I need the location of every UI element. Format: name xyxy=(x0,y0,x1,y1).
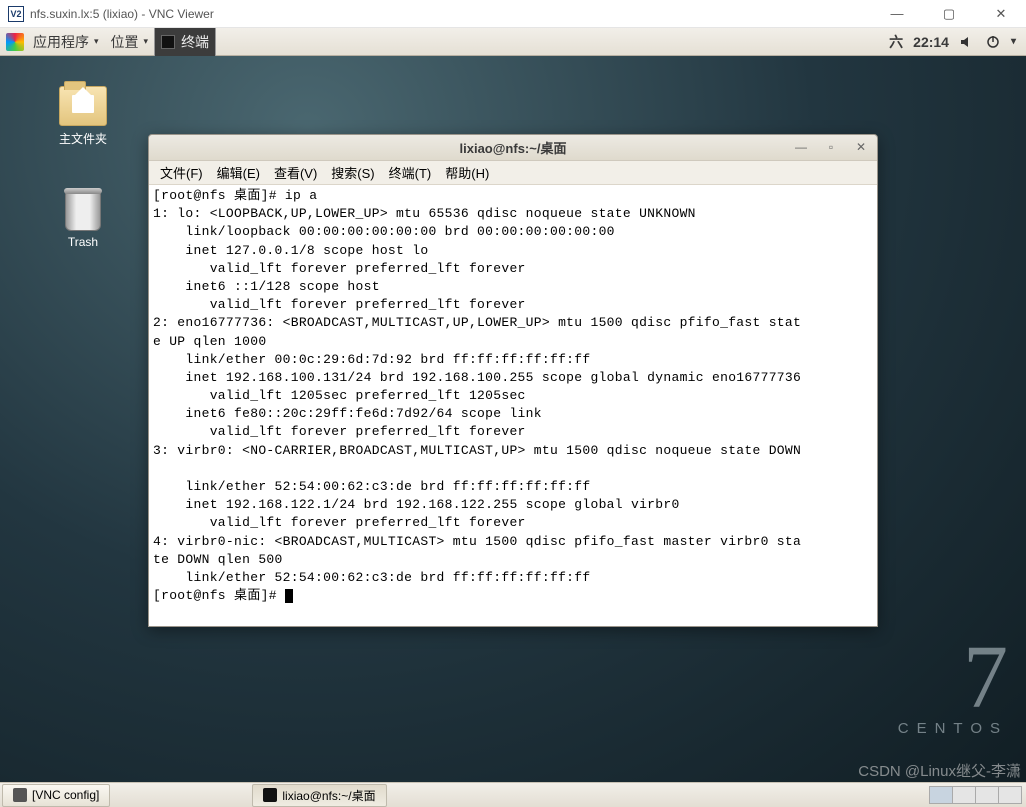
menu-search[interactable]: 搜索(S) xyxy=(324,163,381,182)
trash-can-icon xyxy=(65,191,101,231)
centos-name: CENTOS xyxy=(898,720,1008,737)
vnc-window-title: nfs.suxin.lx:5 (lixiao) - VNC Viewer xyxy=(30,7,880,21)
vnc-config-icon xyxy=(13,788,27,802)
taskbar-item-label: [VNC config] xyxy=(32,788,99,802)
workspace-3[interactable] xyxy=(975,786,999,804)
terminal-menubar: 文件(F) 编辑(E) 查看(V) 搜索(S) 终端(T) 帮助(H) xyxy=(149,161,877,185)
terminal-title: lixiao@nfs:~/桌面 xyxy=(460,138,567,157)
terminal-output: [root@nfs 桌面]# ip a 1: lo: <LOOPBACK,UP,… xyxy=(153,188,801,603)
centos-branding: 7 CENTOS xyxy=(898,642,1008,737)
applications-menu[interactable]: 应用程序 xyxy=(27,32,105,52)
vnc-maximize-button[interactable]: ▢ xyxy=(932,6,966,22)
terminal-titlebar[interactable]: lixiao@nfs:~/桌面 — ▫ ✕ xyxy=(149,135,877,161)
terminal-cursor xyxy=(285,589,293,603)
terminal-window: lixiao@nfs:~/桌面 — ▫ ✕ 文件(F) 编辑(E) 查看(V) … xyxy=(148,134,878,627)
user-menu-chevron-icon[interactable]: ▾ xyxy=(1011,36,1016,47)
vnc-minimize-button[interactable]: — xyxy=(880,6,914,21)
terminal-body[interactable]: [root@nfs 桌面]# ip a 1: lo: <LOOPBACK,UP,… xyxy=(149,185,877,626)
volume-icon[interactable] xyxy=(959,34,975,50)
folder-icon xyxy=(59,86,107,126)
vnc-titlebar: V2 nfs.suxin.lx:5 (lixiao) - VNC Viewer … xyxy=(0,0,1026,28)
taskbar-item-terminal[interactable]: lixiao@nfs:~/桌面 xyxy=(252,784,386,807)
workspace-2[interactable] xyxy=(952,786,976,804)
power-icon[interactable] xyxy=(985,34,1001,50)
vnc-window-controls: — ▢ ✕ xyxy=(880,6,1018,22)
menu-file[interactable]: 文件(F) xyxy=(153,163,210,182)
menu-terminal[interactable]: 终端(T) xyxy=(382,163,439,182)
activities-icon[interactable] xyxy=(6,33,24,51)
watermark-text: CSDN @Linux继父-李潇 xyxy=(858,760,1021,781)
terminal-close-button[interactable]: ✕ xyxy=(853,140,869,154)
workspace-1[interactable] xyxy=(929,786,953,804)
trash-label: Trash xyxy=(48,235,118,249)
gnome-top-panel: 应用程序 位置 终端 六 22:14 ▾ xyxy=(0,28,1026,56)
taskbar-item-vnc-config[interactable]: [VNC config] xyxy=(2,784,110,807)
running-app-terminal[interactable]: 终端 xyxy=(154,28,216,56)
centos-version: 7 xyxy=(898,642,1008,714)
clock-day[interactable]: 六 xyxy=(889,32,903,52)
vnc-logo-icon: V2 xyxy=(8,6,24,22)
terminal-icon xyxy=(263,788,277,802)
terminal-maximize-button[interactable]: ▫ xyxy=(823,140,839,154)
menu-edit[interactable]: 编辑(E) xyxy=(210,163,267,182)
workspace-switcher[interactable] xyxy=(930,786,1022,804)
trash-icon[interactable]: Trash xyxy=(48,191,118,249)
clock-time[interactable]: 22:14 xyxy=(913,34,949,50)
desktop-area[interactable]: 主文件夹 Trash 7 CENTOS lixiao@nfs:~/桌面 — ▫ … xyxy=(0,56,1026,782)
taskbar-item-label: lixiao@nfs:~/桌面 xyxy=(282,787,375,804)
home-folder-icon[interactable]: 主文件夹 xyxy=(48,86,118,147)
system-tray: 六 22:14 ▾ xyxy=(879,32,1026,52)
workspace-4[interactable] xyxy=(998,786,1022,804)
terminal-icon xyxy=(161,35,175,49)
menu-view[interactable]: 查看(V) xyxy=(267,163,324,182)
terminal-window-controls: — ▫ ✕ xyxy=(793,140,869,154)
home-folder-label: 主文件夹 xyxy=(48,130,118,147)
terminal-minimize-button[interactable]: — xyxy=(793,140,809,154)
vnc-close-button[interactable]: ✕ xyxy=(984,6,1018,22)
places-menu[interactable]: 位置 xyxy=(105,32,155,52)
gnome-bottom-taskbar: [VNC config] lixiao@nfs:~/桌面 xyxy=(0,782,1026,807)
running-app-label: 终端 xyxy=(181,32,209,52)
menu-help[interactable]: 帮助(H) xyxy=(438,163,496,182)
